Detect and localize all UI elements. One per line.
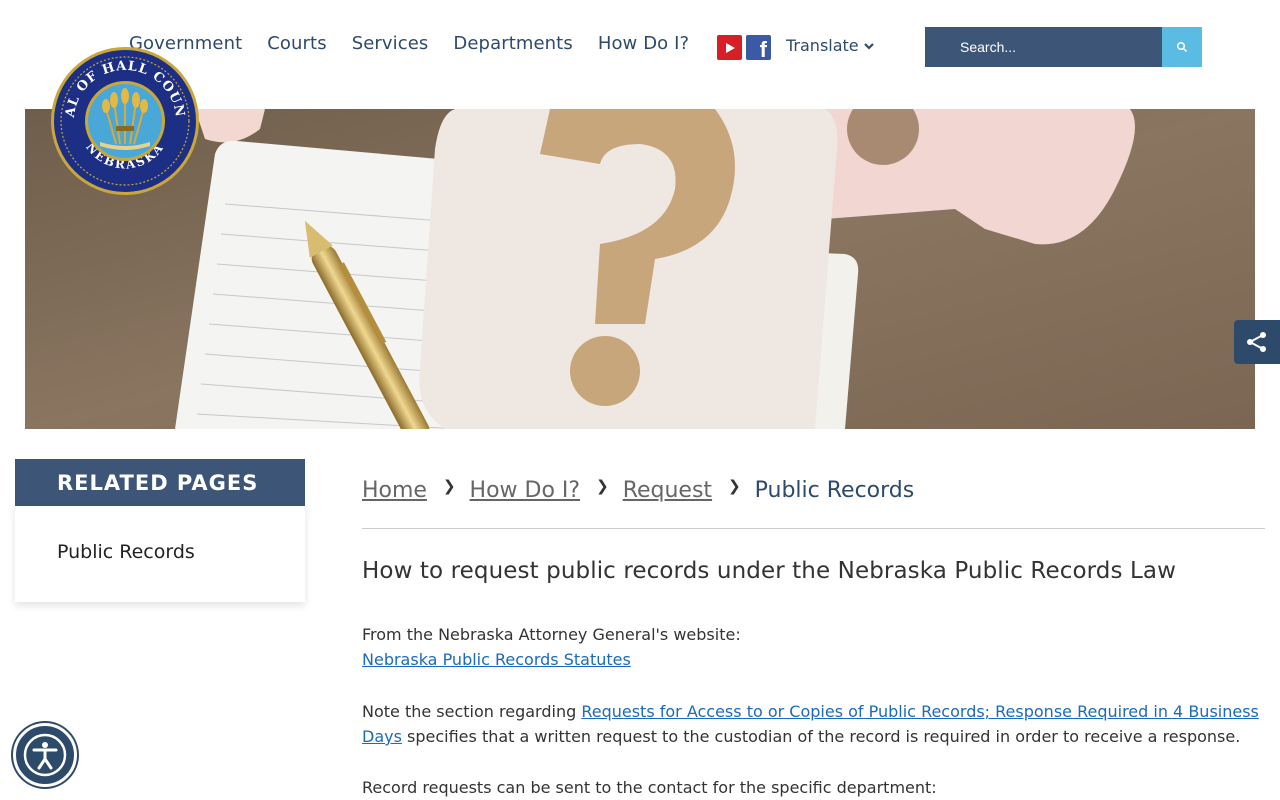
chevron-right-icon: ❯: [728, 476, 741, 495]
nav-departments[interactable]: Departments: [453, 33, 572, 54]
nav-courts[interactable]: Courts: [267, 33, 326, 54]
accessibility-icon: [23, 733, 67, 777]
paragraph-contact: Record requests can be sent to the conta…: [362, 775, 1262, 800]
related-pages-list: Public Records: [15, 506, 305, 602]
hero-banner: [25, 109, 1255, 429]
breadcrumb-current: Public Records: [754, 478, 915, 503]
translate-dropdown[interactable]: Translate: [786, 36, 874, 55]
paragraph-text: Record requests can be sent to the conta…: [362, 778, 937, 797]
youtube-icon[interactable]: [717, 35, 742, 60]
accessibility-button[interactable]: [13, 723, 77, 787]
nav-services[interactable]: Services: [352, 33, 429, 54]
related-pages-heading: RELATED PAGES: [15, 459, 305, 506]
paragraph-note: Note the section regarding Requests for …: [362, 699, 1262, 749]
paragraph-text: specifies that a written request to the …: [401, 727, 1241, 746]
search-icon: [1176, 41, 1188, 53]
statutes-link[interactable]: Nebraska Public Records Statutes: [362, 650, 631, 669]
paragraph-text: Note the section regarding: [362, 702, 582, 721]
facebook-icon[interactable]: f: [746, 35, 771, 60]
social-links: f: [717, 35, 771, 60]
related-pages-panel: RELATED PAGES Public Records: [15, 459, 305, 602]
nav-how-do-i[interactable]: How Do I?: [598, 33, 689, 54]
breadcrumb-request[interactable]: Request: [623, 478, 712, 503]
breadcrumb: Home ❯ How Do I? ❯ Request ❯ Public Reco…: [362, 476, 915, 504]
search-bar: [925, 27, 1202, 67]
search-button[interactable]: [1162, 27, 1202, 67]
chevron-right-icon: ❯: [442, 476, 456, 495]
divider: [362, 528, 1265, 529]
main-nav: Government Courts Services Departments H…: [129, 33, 689, 54]
paragraph-ag-website: From the Nebraska Attorney General's web…: [362, 622, 1262, 672]
share-icon: [1247, 332, 1266, 352]
share-button[interactable]: [1234, 320, 1280, 364]
breadcrumb-how-do-i[interactable]: How Do I?: [470, 478, 581, 503]
page-title: How to request public records under the …: [362, 558, 1177, 584]
chevron-right-icon: ❯: [596, 476, 609, 495]
breadcrumb-home[interactable]: Home: [362, 478, 427, 503]
chevron-down-icon: [863, 42, 874, 50]
county-seal-logo[interactable]: SEAL OF HALL COUNTY NEBRASKA: [44, 35, 200, 196]
related-item-public-records[interactable]: Public Records: [57, 541, 195, 563]
paragraph-text: From the Nebraska Attorney General's web…: [362, 625, 741, 644]
search-input[interactable]: [925, 27, 1162, 67]
translate-label: Translate: [786, 36, 859, 55]
